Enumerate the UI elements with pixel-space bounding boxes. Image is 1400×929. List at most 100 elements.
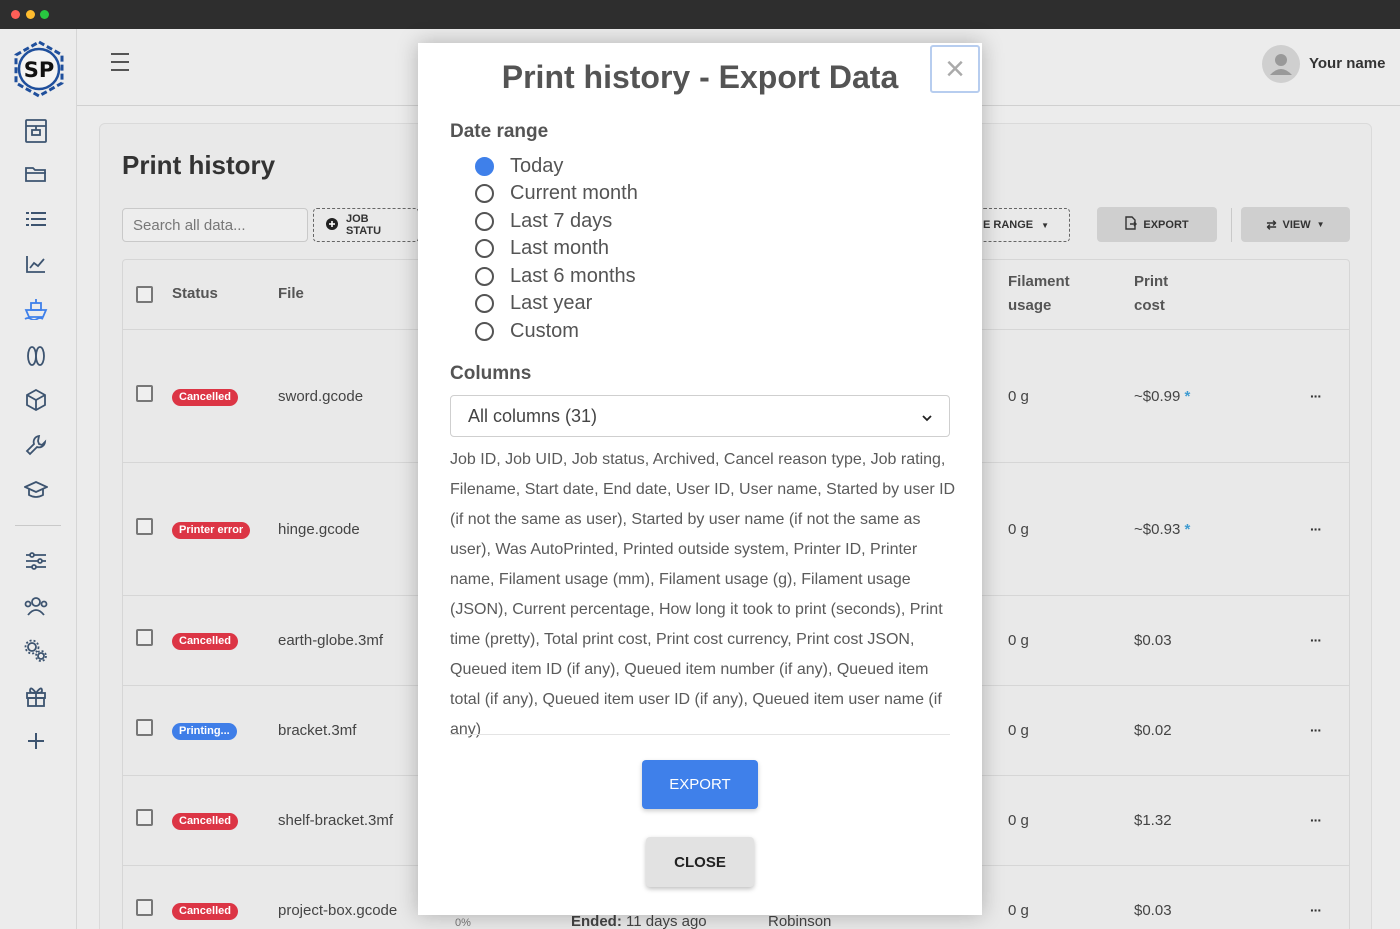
chevron-down-icon [922,406,932,427]
columns-label: Columns [450,363,532,384]
row-menu-button[interactable]: ··· [1310,388,1322,404]
list-icon[interactable] [22,205,50,233]
date-range-filter-label: E RANGE [983,219,1034,231]
filament-usage: 0 g [1008,388,1029,405]
user-name[interactable]: Your name [1309,55,1385,72]
print-cost: $1.32 [1134,812,1172,829]
column-header-cost-line1: Print [1134,273,1169,290]
search-input[interactable]: Search all data... [122,208,308,242]
page-title: Print history [122,150,276,180]
users-icon[interactable] [22,592,50,620]
radio-button[interactable] [475,238,494,258]
file-name[interactable]: sword.gcode [278,388,363,405]
print-cost: $0.03 [1134,902,1172,919]
row-menu-button[interactable]: ··· [1310,521,1322,537]
radio-option-today[interactable]: Today [475,155,563,177]
row-checkbox[interactable] [136,809,153,826]
filament-usage: 0 g [1008,632,1029,649]
row-checkbox[interactable] [136,385,153,402]
status-badge: Printer error [172,522,251,539]
radio-button[interactable] [475,321,494,341]
sidebar: SP [0,29,77,929]
radio-option-last-year[interactable]: Last year [475,292,592,314]
select-all-checkbox[interactable] [136,286,153,303]
filament-usage: 0 g [1008,812,1029,829]
estimate-asterisk: * [1184,388,1191,405]
row-menu-button[interactable]: ··· [1310,722,1322,738]
file-name[interactable]: bracket.3mf [278,722,356,739]
ship-icon[interactable] [22,295,50,323]
caret-down-icon: ▼ [1316,220,1325,229]
graduation-cap-icon[interactable] [22,476,50,504]
file-name[interactable]: hinge.gcode [278,521,360,538]
file-name[interactable]: earth-globe.3mf [278,632,383,649]
status-badge: Printing... [172,723,237,740]
row-checkbox[interactable] [136,899,153,916]
export-button[interactable]: EXPORT [1097,207,1217,242]
avatar[interactable] [1262,45,1300,83]
hamburger-menu-icon[interactable] [111,53,133,73]
job-status-filter-button[interactable]: JOB STATU [313,208,419,242]
radio-button[interactable] [475,156,494,176]
close-icon[interactable]: × [930,45,980,93]
modal-close-button[interactable]: CLOSE [646,837,754,887]
radio-label: Last year [510,291,593,314]
radio-option-last-7-days[interactable]: Last 7 days [475,210,612,232]
progress-percent: 0% [455,917,471,929]
date-range-filter-button[interactable]: E RANGE ▼ [980,208,1070,242]
printer-icon[interactable] [22,117,50,145]
export-button-label: EXPORT [1143,218,1189,231]
row-checkbox[interactable] [136,629,153,646]
radio-option-custom[interactable]: Custom [475,320,579,342]
window-titlebar [0,0,1400,29]
radio-option-last-month[interactable]: Last month [475,237,609,259]
print-cost: $0.03 [1134,632,1172,649]
plus-icon[interactable] [22,727,50,755]
chart-icon[interactable] [22,250,50,278]
folder-icon[interactable] [22,160,50,188]
modal-export-button[interactable]: EXPORT [642,760,758,809]
print-cost-value: ~$0.99 [1134,388,1181,405]
caret-down-icon: ▼ [1041,220,1050,230]
modal-title: Print history - Export Data [501,59,899,95]
radio-option-current-month[interactable]: Current month [475,182,638,204]
radio-label: Last month [510,236,609,259]
radio-label: Current month [510,181,638,204]
column-header-cost-line2: cost [1134,297,1165,314]
gift-icon[interactable] [22,682,50,710]
status-badge: Cancelled [172,813,238,830]
columns-select-value: All columns (31) [468,405,598,426]
sliders-icon[interactable] [22,547,50,575]
column-header-file[interactable]: File [278,282,304,306]
radio-button[interactable] [475,266,494,286]
radio-button[interactable] [475,183,494,203]
radio-option-last-6-months[interactable]: Last 6 months [475,265,636,287]
row-checkbox[interactable] [136,518,153,535]
ended-value: 11 days ago [626,913,707,929]
column-header-status[interactable]: Status [172,282,218,306]
view-button[interactable]: ⇄ VIEW ▼ [1241,207,1350,242]
file-name[interactable]: project-box.gcode [278,902,397,919]
column-header-filament-usage[interactable]: Filament usage [1008,270,1070,318]
radio-button[interactable] [475,293,494,313]
column-header-print-cost[interactable]: Print cost [1134,270,1168,318]
row-menu-button[interactable]: ··· [1310,902,1322,918]
status-badge: Cancelled [172,903,238,920]
view-button-label: VIEW [1282,218,1311,231]
gears-icon[interactable] [22,637,50,665]
file-name[interactable]: shelf-bracket.3mf [278,812,393,829]
columns-select[interactable]: All columns (31) [450,395,950,437]
window-minimize-dot[interactable] [26,10,35,19]
wrench-icon[interactable] [22,431,50,459]
window-maximize-dot[interactable] [40,10,49,19]
spool-icon[interactable] [22,342,50,370]
window-close-dot[interactable] [11,10,20,19]
row-menu-button[interactable]: ··· [1310,632,1322,648]
plus-circle-icon [326,217,338,233]
radio-label: Today [510,154,564,177]
row-menu-button[interactable]: ··· [1310,812,1322,828]
box-icon[interactable] [22,386,50,414]
row-checkbox[interactable] [136,719,153,736]
logo[interactable]: SP [9,39,69,99]
radio-button[interactable] [475,211,494,231]
